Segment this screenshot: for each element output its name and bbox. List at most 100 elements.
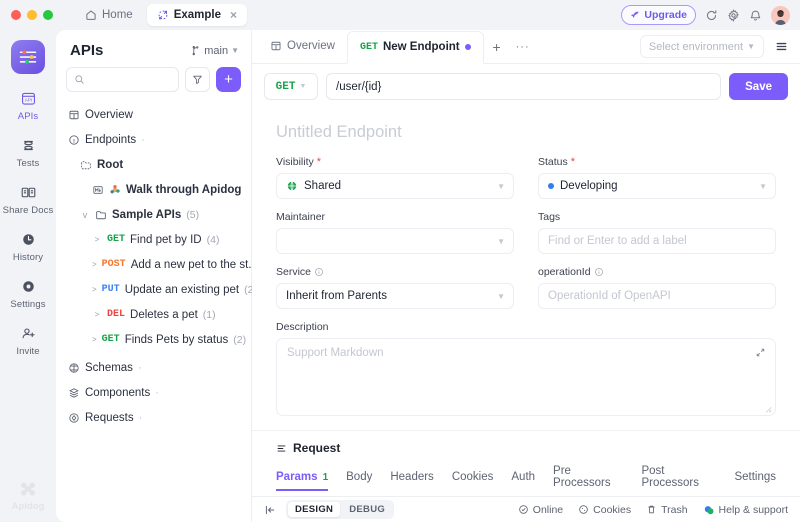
chevron-down-icon[interactable]: v — [80, 210, 90, 220]
sidebar-item-settings[interactable]: Settings — [2, 276, 54, 310]
tests-icon — [20, 135, 37, 155]
chevron-down-icon: ▼ — [497, 181, 505, 191]
tree-node-walkthrough[interactable]: Walk through Apidog — [56, 177, 251, 202]
tree-node-label: Overview — [85, 108, 133, 121]
tab-pre-processors[interactable]: Pre Processors — [553, 465, 623, 497]
minimize-window-button[interactable] — [27, 10, 37, 20]
gear-icon[interactable] — [727, 8, 740, 22]
sidebar-item-tests[interactable]: Tests — [2, 135, 54, 169]
check-circle-icon — [518, 504, 529, 515]
status-trash[interactable]: Trash — [646, 504, 688, 516]
invite-icon — [20, 323, 37, 343]
tab-headers[interactable]: Headers — [390, 471, 433, 491]
tree-node-update-pet[interactable]: > PUT Update an existing pet (2) — [56, 277, 257, 302]
status-select[interactable]: Developing ▼ — [538, 173, 776, 199]
page-title: APIs — [70, 42, 104, 59]
status-help[interactable]: Help & support — [703, 504, 788, 516]
avatar[interactable] — [771, 5, 790, 25]
mode-design[interactable]: DESIGN — [288, 502, 341, 517]
endpoint-form: Untitled Endpoint Visibility * Shared ▼ … — [252, 109, 800, 416]
sidebar-item-apis[interactable]: API APIs — [2, 88, 54, 122]
maximize-window-button[interactable] — [43, 10, 53, 20]
collapse-left-icon[interactable] — [264, 504, 276, 516]
description-textarea[interactable]: Support Markdown — [276, 338, 776, 416]
info-icon[interactable] — [594, 267, 604, 277]
apidog-logo[interactable] — [11, 40, 45, 74]
tree-node-count: (5) — [186, 208, 200, 221]
new-tab-button[interactable]: + — [484, 30, 510, 63]
status-online[interactable]: Online — [518, 504, 563, 516]
status-cookies[interactable]: Cookies — [578, 504, 631, 516]
tree-node-finds-pets-by-status[interactable]: > GET Finds Pets by status (2) — [56, 327, 251, 352]
tab-params[interactable]: Params 1 — [276, 471, 329, 491]
more-icon[interactable]: · — [155, 387, 159, 399]
sidebar-item-invite[interactable]: Invite — [2, 323, 54, 357]
url-input-wrapper[interactable] — [326, 73, 722, 100]
tags-input[interactable]: Find or Enter to add a label — [538, 228, 776, 254]
search-input[interactable] — [90, 73, 171, 86]
sidebar-item-share-docs[interactable]: Share Docs — [2, 182, 54, 216]
filter-button[interactable] — [185, 67, 210, 92]
add-button[interactable]: + — [216, 67, 241, 92]
tree-node-find-pet-by-id[interactable]: > GET Find pet by ID (4) — [56, 227, 251, 252]
window-tab-label: Home — [102, 9, 133, 21]
upgrade-button[interactable]: Upgrade — [621, 5, 696, 25]
close-icon[interactable]: × — [230, 8, 237, 22]
close-window-button[interactable] — [11, 10, 21, 20]
env-menu-icon[interactable] — [770, 35, 792, 58]
tree-node-sample-apis[interactable]: v Sample APIs (5) — [56, 202, 251, 227]
search-input-wrapper[interactable] — [66, 67, 179, 92]
tab-overflow-button[interactable]: ··· — [510, 30, 536, 63]
tree-node-requests[interactable]: Requests · — [56, 405, 251, 430]
window-tab-label: Example — [173, 9, 221, 21]
tree-node-root[interactable]: Root — [56, 152, 251, 177]
chevron-right-icon[interactable]: > — [92, 235, 102, 244]
tree-node-schemas[interactable]: Schemas · — [56, 355, 251, 380]
chevron-right-icon[interactable]: > — [92, 260, 97, 269]
request-section-icon — [276, 443, 287, 454]
resize-handle[interactable] — [764, 405, 772, 413]
chevron-right-icon[interactable]: > — [92, 335, 97, 344]
url-input[interactable] — [336, 80, 712, 93]
tree-node-add-new-pet[interactable]: > POST Add a new pet to the st... (1) — [56, 252, 276, 277]
operation-id-input[interactable]: OperationId of OpenAPI — [538, 283, 776, 309]
unsaved-indicator — [464, 44, 471, 50]
window-tab-home[interactable]: Home — [75, 4, 143, 26]
more-icon[interactable]: · — [138, 362, 142, 374]
tab-body[interactable]: Body — [346, 471, 372, 491]
tab-post-processors[interactable]: Post Processors — [641, 465, 716, 497]
window-titlebar: Home Example × Upgrade — [0, 0, 800, 30]
info-icon[interactable] — [314, 267, 324, 277]
chevron-right-icon[interactable]: > — [92, 285, 97, 294]
tags-label: Tags — [538, 211, 561, 223]
method-select[interactable]: GET ▼ — [264, 73, 318, 100]
endpoint-title-input[interactable]: Untitled Endpoint — [276, 115, 776, 156]
save-button[interactable]: Save — [729, 73, 788, 100]
tab-cookies[interactable]: Cookies — [452, 471, 494, 491]
tree-node-endpoints[interactable]: {} Endpoints · — [56, 127, 251, 152]
tree-node-components[interactable]: Components · — [56, 380, 251, 405]
cookie-icon — [578, 504, 589, 515]
visibility-select[interactable]: Shared ▼ — [276, 173, 514, 199]
bell-icon[interactable] — [749, 9, 762, 22]
tab-auth[interactable]: Auth — [511, 471, 535, 491]
tab-settings[interactable]: Settings — [734, 471, 776, 491]
window-tab-example[interactable]: Example × — [146, 4, 248, 26]
tab-overview[interactable]: Overview — [258, 30, 347, 63]
more-icon[interactable]: · — [139, 412, 143, 424]
tree-node-overview[interactable]: Overview — [56, 102, 251, 127]
sidebar-item-history[interactable]: History — [2, 229, 54, 263]
branch-selector[interactable]: main ▼ — [190, 45, 239, 57]
required-marker: * — [316, 155, 322, 168]
environment-select[interactable]: Select environment ▼ — [639, 35, 764, 58]
refresh-icon[interactable] — [705, 9, 718, 22]
status-bar-actions: Online Cookies Trash Help & support — [518, 504, 788, 516]
expand-icon[interactable] — [755, 347, 766, 358]
tab-new-endpoint[interactable]: GET New Endpoint — [346, 31, 484, 64]
maintainer-select[interactable]: ▼ — [276, 228, 514, 254]
service-select[interactable]: Inherit from Parents ▼ — [276, 283, 514, 309]
mode-debug[interactable]: DEBUG — [342, 502, 392, 517]
chevron-right-icon[interactable]: > — [92, 310, 102, 319]
more-icon[interactable]: · — [141, 134, 145, 146]
tree-node-deletes-a-pet[interactable]: > DEL Deletes a pet (1) — [56, 302, 251, 327]
